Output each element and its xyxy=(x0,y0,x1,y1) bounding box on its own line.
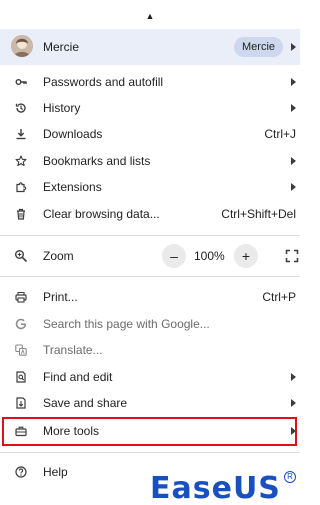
highlight-box xyxy=(2,417,297,446)
caret-up-icon: ▲ xyxy=(145,11,155,21)
menu-item-label: Bookmarks and lists xyxy=(43,154,151,168)
menu-item-label: Downloads xyxy=(43,127,103,141)
chevron-right-icon xyxy=(291,78,296,86)
chevron-right-icon xyxy=(291,373,296,381)
avatar-photo-icon xyxy=(11,35,33,57)
shortcut-label: Ctrl+P xyxy=(262,290,296,304)
profile-row[interactable]: Mercie Mercie xyxy=(0,29,300,65)
menu-item-print[interactable]: Print... Ctrl+P xyxy=(0,284,300,310)
chevron-right-icon xyxy=(291,399,296,407)
easeus-watermark: EaseUS xyxy=(150,471,281,505)
menu-item-extensions[interactable]: Extensions xyxy=(0,174,300,200)
help-icon xyxy=(14,463,28,481)
menu-item-label: Translate... xyxy=(43,343,103,357)
zoom-icon xyxy=(14,249,28,263)
menu-item-history[interactable]: History xyxy=(0,95,300,121)
chevron-right-icon xyxy=(291,183,296,191)
shortcut-label: Ctrl+Shift+Del xyxy=(221,207,296,221)
zoom-row: Zoom – 100% + xyxy=(0,243,300,269)
registered-mark: R xyxy=(284,471,296,483)
chevron-right-icon xyxy=(291,104,296,112)
profile-name: Mercie xyxy=(43,40,80,54)
menu-item-bookmarks[interactable]: Bookmarks and lists xyxy=(0,148,300,174)
divider xyxy=(0,452,300,453)
menu-item-translate[interactable]: Translate... xyxy=(0,337,300,363)
zoom-value: 100% xyxy=(194,249,225,263)
menu-item-downloads[interactable]: Downloads Ctrl+J xyxy=(0,121,300,147)
browser-menu: ▲ Mercie Mercie Passwords and autofill H… xyxy=(0,0,300,505)
menu-item-save-and-share[interactable]: Save and share xyxy=(0,390,300,416)
menu-item-find-and-edit[interactable]: Find and edit xyxy=(0,364,300,390)
zoom-label: Zoom xyxy=(43,249,74,263)
menu-item-label: Save and share xyxy=(43,396,128,410)
menu-item-search-with-google[interactable]: Search this page with Google... xyxy=(0,311,300,337)
scroll-up-arrow[interactable]: ▲ xyxy=(0,6,300,26)
google-icon xyxy=(14,315,28,333)
star-icon xyxy=(14,152,28,170)
menu-item-label: Extensions xyxy=(43,180,102,194)
menu-item-clear-browsing-data[interactable]: Clear browsing data... Ctrl+Shift+Del xyxy=(0,201,300,227)
chevron-right-icon xyxy=(291,157,296,165)
puzzle-icon xyxy=(14,178,28,196)
avatar xyxy=(11,35,33,57)
key-icon xyxy=(14,73,28,91)
save-share-icon xyxy=(14,394,28,412)
shortcut-label: Ctrl+J xyxy=(264,127,296,141)
history-icon xyxy=(14,99,28,117)
printer-icon xyxy=(14,288,28,306)
menu-item-label: Print... xyxy=(43,290,78,304)
divider xyxy=(0,235,300,236)
menu-item-label: History xyxy=(43,101,81,115)
divider xyxy=(0,276,300,277)
translate-icon xyxy=(14,341,28,359)
download-icon xyxy=(14,125,28,143)
menu-item-label: Help xyxy=(43,465,68,479)
fullscreen-icon[interactable] xyxy=(285,249,299,263)
menu-item-label: Find and edit xyxy=(43,370,113,384)
profile-chip[interactable]: Mercie xyxy=(234,37,284,57)
chevron-right-icon xyxy=(291,43,296,51)
menu-item-passwords[interactable]: Passwords and autofill xyxy=(0,69,300,95)
find-document-icon xyxy=(14,368,28,386)
trash-icon xyxy=(14,205,28,223)
zoom-in-button[interactable]: + xyxy=(234,244,258,268)
menu-item-label: Clear browsing data... xyxy=(43,207,160,221)
menu-item-label: Passwords and autofill xyxy=(43,75,164,89)
menu-item-label: Search this page with Google... xyxy=(43,317,210,331)
zoom-out-button[interactable]: – xyxy=(162,244,186,268)
